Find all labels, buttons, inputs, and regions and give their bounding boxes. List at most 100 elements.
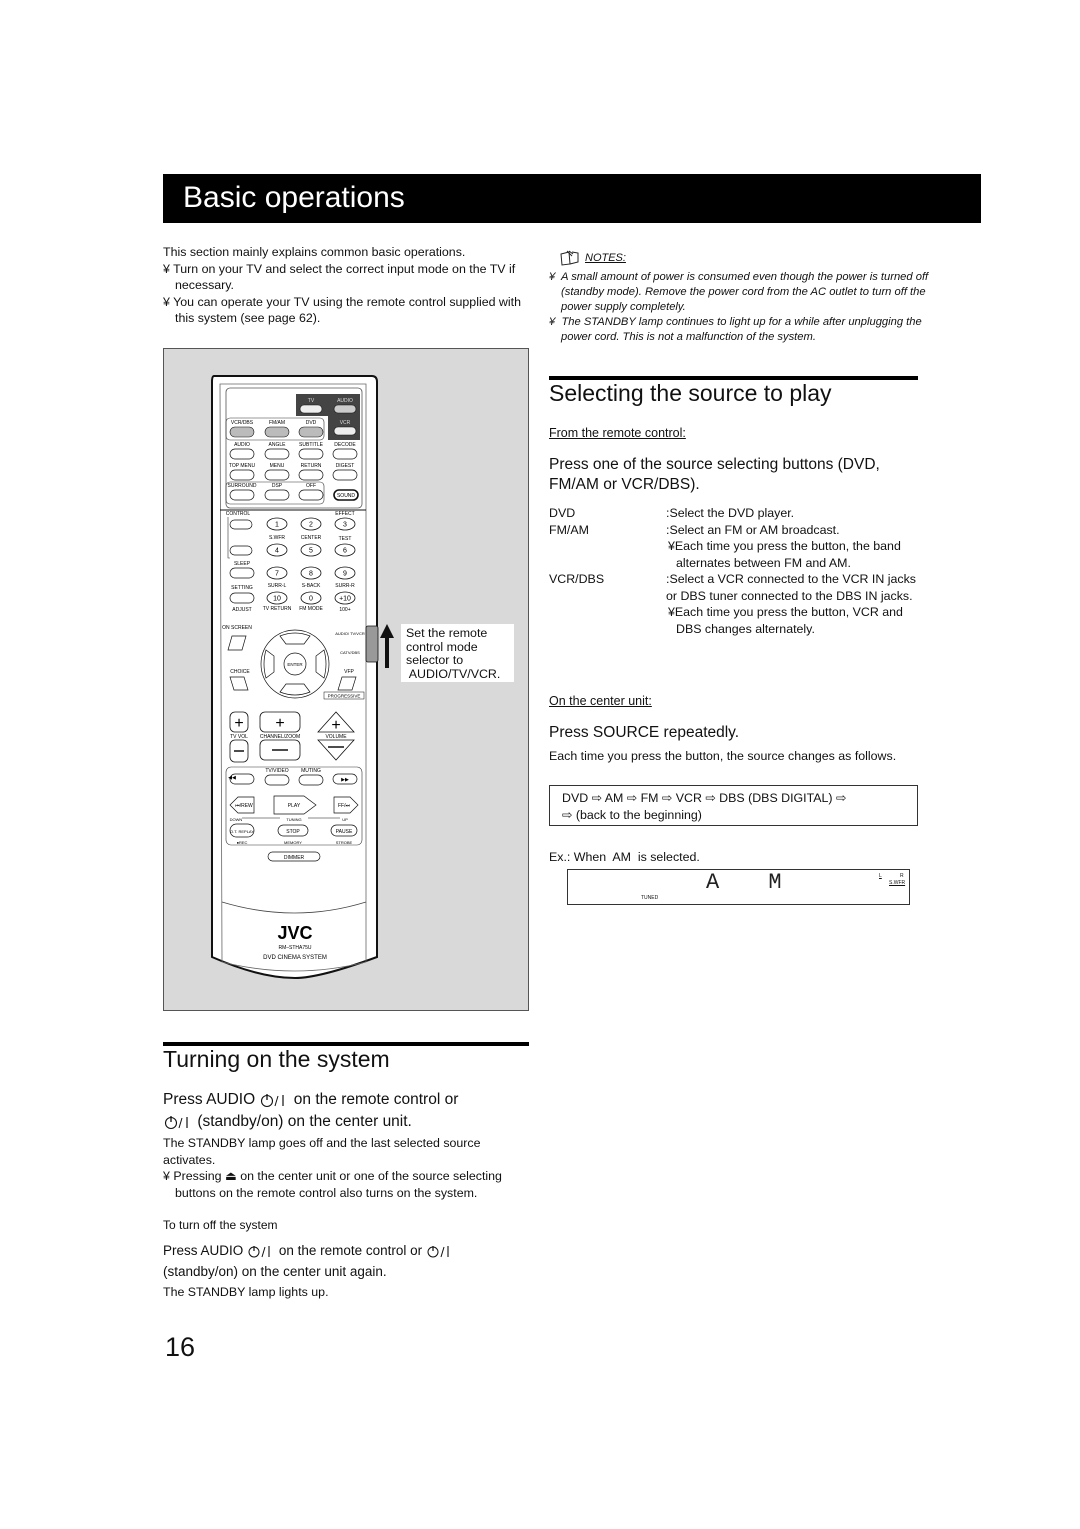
down-label: DOWN: [230, 817, 243, 822]
number-key-label: 6: [343, 548, 347, 555]
100-plus-label: 100+: [339, 607, 350, 613]
step-text: on the remote control or: [293, 1091, 459, 1108]
source-table: DVD :Select the DVD player. FM/AM :Selec…: [549, 505, 929, 637]
note-text: A small amount of power is consumed even…: [561, 271, 929, 313]
note-text: The STANDBY lamp continues to light up f…: [561, 316, 922, 343]
notes-section: NOTES: ¥ A small amount of power is cons…: [549, 250, 929, 345]
swfr-label: S.WFR: [269, 535, 285, 541]
surr-l-label: SURR-L: [268, 583, 287, 589]
tv-video-label: TV/VIDEO: [265, 768, 288, 774]
power-standby-icon: [248, 1245, 270, 1258]
play-label: PLAY: [288, 803, 301, 809]
on-screen-label: ON SCREEN: [222, 625, 252, 631]
effect-label: EFFECT: [335, 511, 354, 517]
source-row-dvd: DVD :Select the DVD player.: [549, 505, 929, 522]
bullet-text: Pressing: [173, 1169, 222, 1183]
return-button[interactable]: [298, 469, 324, 481]
enter-label: ENTER: [287, 662, 303, 667]
intro-lead: This section mainly explains common basi…: [163, 245, 466, 259]
tv-vol-label: TV VOL: [230, 734, 248, 740]
tv-video-button[interactable]: [264, 774, 290, 786]
tv-label: TV: [308, 398, 315, 404]
intro-bullet: ¥ You can operate your TV using the remo…: [163, 294, 533, 327]
dimmer-label: DIMMER: [284, 855, 305, 861]
decode-button[interactable]: [332, 448, 358, 460]
decode-btn-label: DECODE: [334, 442, 356, 448]
subtitle-btn-label: SUBTITLE: [299, 442, 324, 448]
audio-button[interactable]: [229, 448, 255, 460]
display-text: A M: [706, 870, 800, 895]
source-note: ¥Each time you press the button, the ban…: [666, 538, 929, 571]
sound-label: SOUND: [337, 493, 355, 499]
vcr-dbs-button[interactable]: [229, 426, 255, 438]
surround-button[interactable]: [229, 489, 255, 501]
turn-off-step: Press AUDIO on the remote control or (st…: [163, 1240, 533, 1282]
number-key-label: 9: [343, 571, 347, 578]
channel-zoom-label: CHANNEL/ZOOM: [260, 734, 300, 740]
muting-label: MUTING: [301, 768, 321, 774]
tv-return-label: TV RETURN: [263, 606, 292, 612]
left-channel-indicator: L: [879, 873, 882, 879]
source-row-fm-am: FM/AM :Select an FM or AM broadcast. ¥Ea…: [549, 522, 929, 572]
bullet-text: You can operate your TV using the remote…: [173, 294, 521, 326]
adjust-button[interactable]: [229, 592, 255, 604]
bullet-mark: ¥: [163, 261, 170, 276]
nav-up-button[interactable]: [279, 632, 311, 645]
remote-control-illustration: TV AUDIO VCR VCR/DBS FM/AM DVD AUDIO ANG…: [211, 375, 379, 980]
right-channel-indicator: R: [900, 873, 904, 879]
audio-power-button[interactable]: [333, 404, 357, 414]
source-key: DVD: [549, 506, 576, 520]
menu-button[interactable]: [264, 469, 290, 481]
callout-line: selector to: [406, 653, 464, 667]
center-unit-label: On the center unit:: [549, 694, 652, 708]
dvd-button[interactable]: [298, 426, 324, 438]
remote-model: RM–STHA75U: [278, 945, 311, 951]
source-key: VCR/DBS: [549, 572, 605, 586]
source-sequence-box: DVD ⇨ AM ⇨ FM ⇨ VCR ⇨ DBS (DBS DIGITAL) …: [549, 785, 918, 826]
bullet-text: Turn on your TV and select the correct i…: [173, 261, 516, 293]
tuning-label: TUNING: [286, 817, 301, 822]
digest-button[interactable]: [332, 469, 358, 481]
control-vcr-button[interactable]: [229, 519, 253, 530]
number-key-label: +10: [339, 596, 351, 603]
source-note-text: Each time you press the button, VCR and …: [674, 605, 903, 636]
fm-am-button[interactable]: [264, 426, 290, 438]
bullet-mark: ¥: [549, 316, 556, 328]
number-key-label: 8: [309, 571, 313, 578]
top-menu-button[interactable]: [229, 469, 255, 481]
off-button[interactable]: [298, 489, 324, 501]
fm-am-label: FM/AM: [269, 420, 285, 426]
step-press-source-repeatedly: Press SOURCE repeatedly.: [549, 724, 740, 741]
selector-audio-tv-vcr-label: AUDIO/ TV/VCR: [335, 631, 365, 636]
control-tv-button[interactable]: [229, 545, 253, 556]
sleep-setting-button[interactable]: [229, 567, 255, 579]
source-note-text: Each time you press the button, the band…: [674, 539, 901, 570]
ff-label: FF/⏭: [338, 803, 350, 809]
audio-label: AUDIO: [337, 398, 353, 404]
pause-label: PAUSE: [336, 829, 353, 835]
number-key-label: 1: [275, 522, 279, 529]
memory-label: MEMORY: [284, 840, 302, 845]
progressive-label: PROGRESSIVE: [328, 694, 361, 699]
number-key-label: 3: [343, 522, 347, 529]
dsp-button[interactable]: [264, 489, 290, 501]
source-note: ¥Each time you press the button, VCR and…: [666, 604, 929, 637]
setting-label: SETTING: [231, 585, 253, 591]
mode-selector-switch[interactable]: [365, 625, 379, 663]
vcr-power-button[interactable]: [333, 426, 357, 436]
tv-power-button[interactable]: [299, 404, 323, 414]
rec-label: ●REC: [237, 840, 248, 845]
angle-button[interactable]: [264, 448, 290, 460]
nav-down-button[interactable]: [279, 683, 311, 696]
power-standby-icon: [164, 1115, 188, 1129]
number-key-label: 7: [275, 571, 279, 578]
from-remote-label: From the remote control:: [549, 426, 686, 440]
selector-catv-dbs-label: CATV/DBS: [340, 650, 360, 655]
number-key-label: 5: [309, 548, 313, 555]
number-key-label: 0: [309, 596, 313, 603]
top-menu-label: TOP MENU: [229, 463, 256, 469]
number-key-label: 4: [275, 548, 279, 555]
subtitle-button[interactable]: [298, 448, 324, 460]
power-standby-icon: [261, 1093, 285, 1107]
muting-button[interactable]: [298, 774, 324, 786]
